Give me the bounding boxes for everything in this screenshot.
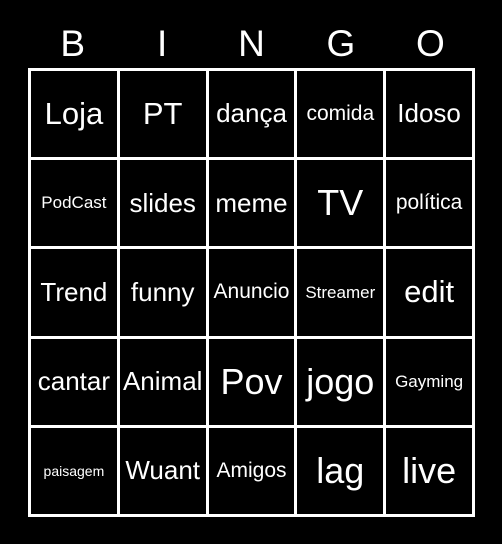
bingo-cell-label: Amigos xyxy=(216,458,287,482)
bingo-cell-label: Trend xyxy=(40,276,108,307)
bingo-cell-label: dança xyxy=(216,98,287,129)
bingo-cell[interactable]: Anuncio xyxy=(208,249,295,336)
bingo-cell-label: live xyxy=(402,449,457,491)
header-letter-i: I xyxy=(156,23,168,64)
bingo-cell[interactable]: PodCast xyxy=(31,160,117,247)
bingo-cell-label: edit xyxy=(404,274,455,310)
bingo-cell[interactable]: Amigos xyxy=(208,427,295,514)
bingo-cell-label: funny xyxy=(130,276,195,307)
bingo-cell[interactable]: cantar xyxy=(31,338,117,425)
bingo-cell[interactable]: meme xyxy=(208,160,295,247)
bingo-cell-label: Streamer xyxy=(305,282,376,302)
bingo-cell[interactable]: Idoso xyxy=(386,71,472,158)
bingo-cell[interactable]: Wuant xyxy=(119,427,206,514)
bingo-cell[interactable]: slides xyxy=(119,160,206,247)
bingo-cell[interactable]: live xyxy=(386,427,472,514)
bingo-cell[interactable]: PT xyxy=(119,71,206,158)
bingo-cell-label: slides xyxy=(129,187,196,218)
bingo-cell-label: PT xyxy=(142,95,183,131)
bingo-cell[interactable]: Trend xyxy=(31,249,117,336)
bingo-cell[interactable]: lag xyxy=(297,427,384,514)
bingo-cell[interactable]: Loja xyxy=(31,71,117,158)
bingo-cell-label: meme xyxy=(215,187,288,218)
bingo-cell-label: Pov xyxy=(220,360,283,402)
bingo-cell[interactable]: Gayming xyxy=(386,338,472,425)
bingo-cell-label: lag xyxy=(316,449,365,491)
bingo-cell[interactable]: Animal xyxy=(119,338,206,425)
bingo-cell-label: Wuant xyxy=(125,455,201,486)
header-letter-o: O xyxy=(415,23,445,64)
header-letter-b: B xyxy=(60,23,86,64)
bingo-cell[interactable]: comida xyxy=(297,71,384,158)
bingo-cell-label: comida xyxy=(306,102,375,126)
bingo-cell-label: Idoso xyxy=(397,98,461,129)
bingo-cell-label: Gayming xyxy=(395,371,464,391)
bingo-cell-label: jogo xyxy=(306,360,375,402)
bingo-header: B I N G O xyxy=(28,20,475,68)
bingo-cell[interactable]: dança xyxy=(208,71,295,158)
bingo-cell-label: TV xyxy=(317,182,364,224)
bingo-card: B I N G O Loja PT dança comida Idoso Pod… xyxy=(0,0,502,544)
bingo-cell[interactable]: TV xyxy=(297,160,384,247)
bingo-cell[interactable]: Streamer xyxy=(297,249,384,336)
bingo-cell[interactable]: política xyxy=(386,160,472,247)
bingo-cell-label: cantar xyxy=(37,366,111,397)
header-letter-n: N xyxy=(238,23,265,64)
bingo-cell[interactable]: Pov xyxy=(208,338,295,425)
bingo-cell-label: Loja xyxy=(44,95,104,131)
bingo-cell[interactable]: jogo xyxy=(297,338,384,425)
bingo-cell-label: Animal xyxy=(122,366,203,397)
bingo-cell-label: política xyxy=(395,191,463,215)
bingo-grid: Loja PT dança comida Idoso PodCast slide… xyxy=(28,68,475,517)
header-letter-g: G xyxy=(326,23,356,64)
bingo-cell[interactable]: edit xyxy=(386,249,472,336)
bingo-cell-label: paisagem xyxy=(43,462,105,479)
bingo-cell[interactable]: paisagem xyxy=(31,427,117,514)
bingo-cell-label: PodCast xyxy=(41,193,107,213)
bingo-cell[interactable]: funny xyxy=(119,249,206,336)
bingo-cell-label: Anuncio xyxy=(213,280,290,304)
